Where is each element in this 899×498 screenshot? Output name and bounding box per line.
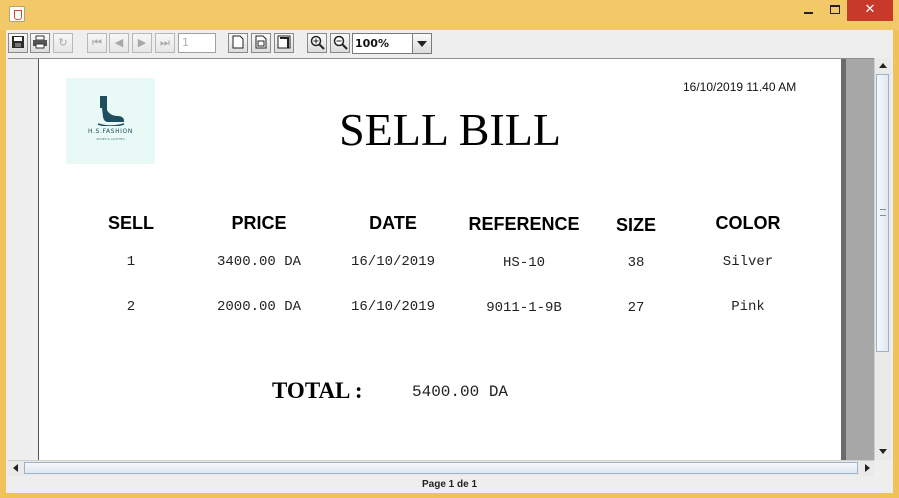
maximize-icon (830, 5, 840, 14)
fit-page-button[interactable] (251, 33, 271, 53)
column-header-price: PRICE (231, 213, 287, 233)
close-icon: ✕ (864, 2, 876, 17)
maximize-button[interactable] (822, 0, 848, 21)
fit-page-icon (255, 35, 267, 49)
zoom-in-button[interactable] (307, 33, 327, 53)
table-cell: 38 (627, 255, 645, 271)
next-page-button[interactable]: ▶ (132, 33, 152, 53)
column-header-reference: REFERENCE (468, 214, 580, 234)
report-datetime: 16/10/2019 11.40 AM (683, 80, 797, 94)
scroll-up-icon[interactable] (879, 63, 887, 68)
report-viewer: ↻ ⏮ ◀ ▶ ⏭ 1 100% H.S.FASHION SHOES & CLO… (6, 30, 893, 493)
report-title: SELL BILL (339, 104, 561, 155)
zoom-value: 100% (355, 37, 389, 50)
report-page: H.S.FASHION SHOES & CLOTHES 16/10/2019 1… (38, 59, 846, 461)
zoom-in-icon (310, 35, 325, 50)
page-status: Page 1 de 1 (421, 479, 478, 490)
reload-icon: ↻ (58, 36, 68, 49)
fit-width-button[interactable] (274, 33, 294, 53)
zoom-out-button[interactable] (330, 33, 350, 53)
viewer-toolbar: ↻ ⏮ ◀ ▶ ⏭ 1 100% (6, 30, 893, 57)
table-cell: 9011-1-9B (486, 300, 562, 316)
next-page-icon: ▶ (137, 36, 147, 49)
zoom-out-icon (333, 35, 348, 50)
horizontal-scroll-thumb[interactable] (24, 462, 858, 474)
zoom-select[interactable]: 100% (352, 33, 432, 54)
chevron-down-icon[interactable] (412, 34, 431, 53)
save-button[interactable] (8, 33, 28, 53)
save-icon (12, 36, 24, 48)
first-page-icon: ⏮ (92, 36, 102, 49)
report-viewport: H.S.FASHION SHOES & CLOTHES 16/10/2019 1… (8, 58, 874, 461)
last-page-icon: ⏭ (160, 36, 170, 49)
previous-page-icon: ◀ (114, 36, 124, 49)
column-header-date: DATE (369, 213, 417, 233)
table-cell: 16/10/2019 (350, 299, 436, 315)
previous-page-button[interactable]: ◀ (109, 33, 129, 53)
close-button[interactable]: ✕ (847, 0, 893, 21)
last-page-button[interactable]: ⏭ (155, 33, 175, 53)
table-cell: 27 (627, 300, 645, 316)
column-header-color: COLOR (715, 213, 781, 233)
table-cell: 1 (126, 254, 136, 270)
table-cell: Pink (731, 299, 765, 315)
horizontal-scrollbar[interactable] (8, 460, 874, 476)
column-header-size: SIZE (615, 215, 657, 235)
total-value: 5400.00 DA (412, 383, 509, 401)
first-page-button[interactable]: ⏮ (87, 33, 107, 53)
vertical-scrollbar[interactable] (874, 58, 891, 460)
viewport-margin (8, 59, 38, 461)
column-header-sell: SELL (107, 213, 155, 233)
print-button[interactable] (30, 33, 50, 53)
table-cell: 2000.00 DA (216, 299, 302, 315)
fit-width-icon (277, 35, 291, 49)
print-icon (33, 35, 47, 49)
vertical-scroll-thumb[interactable] (876, 74, 889, 352)
actual-size-icon (232, 35, 244, 49)
table-cell: 2 (126, 299, 136, 315)
scroll-down-icon[interactable] (879, 449, 887, 454)
scroll-right-icon[interactable] (865, 464, 870, 472)
table-cell: HS-10 (502, 255, 546, 271)
page-number-input[interactable]: 1 (178, 33, 216, 53)
scroll-left-icon[interactable] (13, 464, 18, 472)
window-titlebar: ✕ (0, 0, 899, 30)
minimize-button[interactable] (794, 0, 822, 21)
java-app-icon[interactable] (9, 6, 25, 22)
minimize-icon (803, 11, 813, 14)
table-cell: Silver (722, 254, 774, 270)
table-cell: 3400.00 DA (216, 254, 302, 270)
total-label: TOTAL : (272, 378, 363, 403)
actual-size-button[interactable] (228, 33, 248, 53)
table-cell: 16/10/2019 (350, 254, 436, 270)
reload-button[interactable]: ↻ (53, 33, 73, 53)
